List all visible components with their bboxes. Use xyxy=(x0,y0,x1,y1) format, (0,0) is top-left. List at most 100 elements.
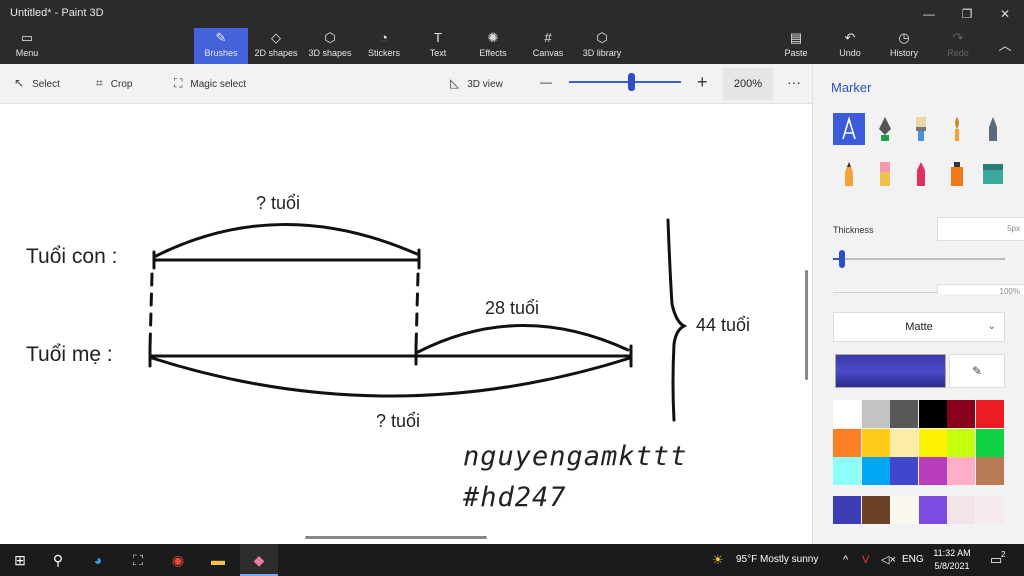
thickness-slider[interactable] xyxy=(833,258,1005,260)
thickness-slider-thumb[interactable] xyxy=(838,250,845,268)
custom-color-swatch[interactable] xyxy=(890,496,919,524)
color-swatch[interactable] xyxy=(918,428,947,457)
color-swatch[interactable] xyxy=(861,428,890,457)
horizontal-scrollbar[interactable] xyxy=(305,536,487,539)
crayon-icon[interactable] xyxy=(905,158,937,190)
notification-icon[interactable]: ▭ xyxy=(990,544,1002,576)
crop-button[interactable]: ⌗ Crop xyxy=(96,76,132,91)
language-indicator[interactable]: ENG xyxy=(902,544,924,576)
cursor-icon: ↖ xyxy=(14,76,25,90)
select-button[interactable]: ↖ Select xyxy=(14,76,60,90)
color-swatch[interactable] xyxy=(976,428,1004,457)
current-color[interactable] xyxy=(835,354,946,388)
zoom-in-button[interactable]: + xyxy=(697,72,708,93)
color-swatch[interactable] xyxy=(976,400,1004,428)
color-swatch[interactable] xyxy=(890,400,919,428)
spray-can-icon[interactable] xyxy=(941,158,973,190)
oil-brush-icon[interactable] xyxy=(905,113,937,145)
zoom-slider[interactable] xyxy=(569,81,681,83)
start-button[interactable]: ⊞ xyxy=(6,544,34,576)
color-swatch[interactable] xyxy=(918,400,947,428)
custom-color-swatch[interactable] xyxy=(976,496,1004,524)
eyedropper-button[interactable]: ✎ xyxy=(949,354,1005,388)
redo-icon: ↷ xyxy=(952,30,964,45)
paint3d-window: Untitled* - Paint 3D — ❐ ✕ ▭ Menu ✎ Brus… xyxy=(0,0,1024,576)
color-swatch[interactable] xyxy=(861,400,890,428)
fill-icon[interactable] xyxy=(977,158,1009,190)
menu-button[interactable]: ▭ Menu xyxy=(6,28,48,64)
diff-brace xyxy=(416,324,630,354)
chevron-up-icon[interactable]: ^ xyxy=(843,544,848,576)
clock[interactable]: 11:32 AM 5/8/2021 xyxy=(930,547,974,573)
custom-color-swatch[interactable] xyxy=(861,496,890,524)
color-swatch[interactable] xyxy=(861,457,890,486)
opacity-input[interactable]: 100% xyxy=(937,284,1024,294)
antivirus-icon[interactable]: V xyxy=(862,544,869,576)
more-options-button[interactable]: ··· xyxy=(787,74,801,90)
search-button[interactable]: ⚲ xyxy=(44,544,72,576)
undo-button[interactable]: ↶ Undo xyxy=(832,28,868,64)
store-button[interactable]: ⛶ xyxy=(124,544,152,576)
magic-select-button[interactable]: ⛶ Magic select xyxy=(174,76,246,91)
collapse-ribbon-button[interactable]: ︿ xyxy=(994,28,1016,64)
color-swatch[interactable] xyxy=(947,428,976,457)
tab-3d-library[interactable]: ⬡ 3D library xyxy=(578,28,626,64)
zoom-level[interactable]: 200% xyxy=(723,68,773,100)
total-brace xyxy=(666,218,688,422)
calligraphy-pen-icon[interactable] xyxy=(869,113,901,145)
color-swatch[interactable] xyxy=(947,457,976,486)
thickness-input[interactable]: 5px xyxy=(937,217,1024,241)
color-swatch[interactable] xyxy=(890,457,919,486)
pencil-icon[interactable] xyxy=(833,158,865,190)
eyedropper-icon: ✎ xyxy=(971,364,983,378)
file-explorer-button[interactable]: ▬ xyxy=(204,544,232,576)
tab-stickers[interactable]: ◔ Stickers xyxy=(360,28,408,64)
custom-color-swatch[interactable] xyxy=(833,496,861,524)
pixel-pen-icon[interactable] xyxy=(977,113,1009,145)
paste-button[interactable]: ▤ Paste xyxy=(776,28,816,64)
marker-icon[interactable] xyxy=(833,113,865,145)
3d-view-button[interactable]: ◺ 3D view xyxy=(450,76,503,90)
redo-button[interactable]: ↷ Redo xyxy=(940,28,976,64)
custom-color-swatch[interactable] xyxy=(918,496,947,524)
watercolor-icon[interactable] xyxy=(941,113,973,145)
color-swatch[interactable] xyxy=(890,428,919,457)
tab-effects[interactable]: ✺ Effects xyxy=(470,28,516,64)
undo-icon: ↶ xyxy=(844,30,856,45)
color-swatch[interactable] xyxy=(947,400,976,428)
minimize-button[interactable]: — xyxy=(910,0,948,28)
label-child-age: Tuổi con : xyxy=(26,245,118,268)
drawing-canvas[interactable]: Tuổi con : Tuổi mẹ : ? tuổi 28 tuổi 44 t… xyxy=(0,104,812,544)
sun-icon: ✺ xyxy=(487,30,499,45)
tab-text[interactable]: T Text xyxy=(418,28,458,64)
eraser-icon[interactable] xyxy=(869,158,901,190)
weather-text[interactable]: 95°F Mostly sunny xyxy=(736,544,818,576)
finish-dropdown[interactable]: Matte ⌄ xyxy=(833,312,1005,342)
zoom-out-button[interactable]: — xyxy=(540,75,552,89)
sticker-icon: ◔ xyxy=(380,30,388,45)
close-button[interactable]: ✕ xyxy=(986,0,1024,28)
color-swatch[interactable] xyxy=(833,457,861,486)
history-button[interactable]: ◷ History xyxy=(884,28,924,64)
tab-2d-shapes[interactable]: ◇ 2D shapes xyxy=(250,28,302,64)
custom-color-swatch[interactable] xyxy=(947,496,976,524)
paint3d-taskbar-button[interactable]: ◆ xyxy=(240,544,278,576)
speaker-icon[interactable]: ◁× xyxy=(881,544,896,576)
tab-canvas[interactable]: # Canvas xyxy=(526,28,570,64)
vertical-scrollbar[interactable] xyxy=(805,270,808,380)
tab-brushes[interactable]: ✎ Brushes xyxy=(194,28,248,64)
dash-left xyxy=(148,272,154,350)
color-swatch[interactable] xyxy=(918,457,947,486)
zoom-slider-thumb[interactable] xyxy=(627,73,635,91)
color-swatch[interactable] xyxy=(833,400,861,428)
chrome-button[interactable]: ◉ xyxy=(164,544,192,576)
edge-button[interactable]: ◕ xyxy=(84,544,112,576)
weather-icon: ☀ xyxy=(712,552,724,567)
brush-panel: Marker Thickness 5px 100% Matte ⌄ ✎ xyxy=(812,64,1024,544)
windows-icon: ⊞ xyxy=(14,552,26,568)
maximize-button[interactable]: ❐ xyxy=(948,0,986,28)
color-swatch[interactable] xyxy=(833,428,861,457)
tab-3d-shapes[interactable]: ⬡ 3D shapes xyxy=(304,28,356,64)
color-swatch[interactable] xyxy=(976,457,1004,486)
thickness-label: Thickness xyxy=(833,225,874,235)
